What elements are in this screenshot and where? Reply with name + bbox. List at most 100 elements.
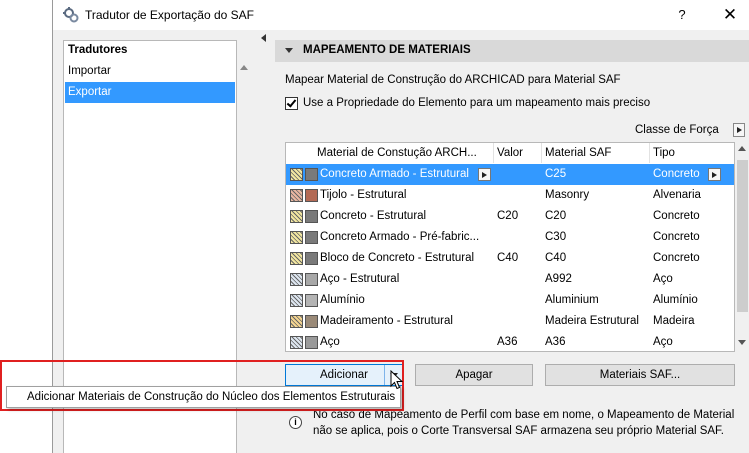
cell-value xyxy=(497,311,541,332)
table-row[interactable]: Concreto - Estrutural C20 C20 Concreto xyxy=(286,206,734,227)
column-header-value[interactable]: Valor xyxy=(494,143,542,163)
table-scrollbar[interactable] xyxy=(735,142,749,352)
column-header-archicad-material[interactable]: Material de Constução ARCH... xyxy=(314,143,494,163)
material-color-swatch xyxy=(305,315,318,328)
table-row[interactable]: Concreto Armado - Pré-fabric... C30 Concre… xyxy=(286,227,734,248)
material-color-swatch xyxy=(305,336,318,349)
material-color-swatch xyxy=(305,252,318,265)
cell-saf-material: A36 xyxy=(545,336,566,348)
app-icon xyxy=(63,7,79,23)
force-class-label: Classe de Força xyxy=(635,124,719,136)
cell-saf-material: C25 xyxy=(545,168,567,180)
add-dropdown-menu: Adicionar Materiais de Construção do Núc… xyxy=(6,386,401,408)
material-pattern-swatch xyxy=(290,315,303,328)
expand-triangle-icon xyxy=(285,48,293,53)
cell-type: Alumínio xyxy=(653,294,698,306)
cell-value xyxy=(497,290,541,311)
column-header-saf-material[interactable]: Material SAF xyxy=(542,143,650,163)
cell-saf-material: A992 xyxy=(545,273,572,285)
cell-value xyxy=(497,269,541,290)
cell-type: Concreto xyxy=(653,252,700,264)
window-title: Tradutor de Exportação do SAF xyxy=(85,8,254,22)
type-picker-button[interactable] xyxy=(708,168,721,181)
cell-value xyxy=(497,227,541,248)
material-pattern-swatch xyxy=(290,168,303,181)
translator-item-export[interactable]: Exportar xyxy=(65,82,235,103)
cell-saf-material: C30 xyxy=(545,231,567,243)
checkmark-icon xyxy=(286,97,297,108)
cell-type: Concreto xyxy=(653,210,700,222)
column-header-type[interactable]: Tipo xyxy=(650,143,710,163)
clear-button[interactable]: Apagar xyxy=(415,364,533,386)
material-pattern-swatch xyxy=(290,210,303,223)
cell-value: C40 xyxy=(497,252,519,264)
table-row[interactable]: Alumínio Aluminium Alumínio xyxy=(286,290,734,311)
saf-materials-button[interactable]: Materiais SAF... xyxy=(545,364,735,386)
table-row[interactable]: Aço A36 A36 Aço xyxy=(286,332,734,351)
cell-value xyxy=(497,185,541,206)
use-element-property-checkbox[interactable] xyxy=(285,97,298,110)
cell-archicad-material: Bloco de Concreto - Estrutural xyxy=(320,252,475,264)
material-mapping-table: Material de Constução ARCH... Valor Mate… xyxy=(285,142,735,352)
cell-archicad-material: Aço xyxy=(320,336,340,348)
material-mapping-section-header[interactable]: MAPEAMENTO DE MATERIAIS xyxy=(275,40,749,62)
cell-saf-material: C40 xyxy=(545,252,567,264)
menu-item-add-core-materials[interactable]: Adicionar Materiais de Construção do Núc… xyxy=(27,391,395,403)
translator-item-import[interactable]: Importar xyxy=(65,61,235,82)
title-bar: Tradutor de Exportação do SAF ? ✕ xyxy=(53,0,749,30)
cell-archicad-material: Aço - Estrutural xyxy=(320,273,400,285)
info-icon: i xyxy=(289,416,302,429)
material-pattern-swatch xyxy=(290,273,303,286)
table-row[interactable]: Bloco de Concreto - Estrutural C40 C40 Conc… xyxy=(286,248,734,269)
cell-value xyxy=(497,164,541,185)
scroll-up-icon[interactable] xyxy=(738,146,746,151)
scroll-up-icon[interactable] xyxy=(240,65,248,70)
arrow-right-icon xyxy=(712,172,717,178)
material-color-swatch xyxy=(305,231,318,244)
cell-archicad-material: Concreto Armado - Estrutural xyxy=(320,168,469,180)
use-element-property-label: Use a Propriedade do Elemento para um ma… xyxy=(303,97,651,109)
material-color-swatch xyxy=(305,168,318,181)
material-pattern-swatch xyxy=(290,252,303,265)
cell-value: A36 xyxy=(497,336,518,348)
table-row[interactable]: Madeiramento - Estrutural Madeira Estrutu… xyxy=(286,311,734,332)
cell-type: Concreto xyxy=(653,231,700,243)
collapse-left-icon[interactable] xyxy=(261,34,266,42)
material-pattern-swatch xyxy=(290,231,303,244)
material-color-swatch xyxy=(305,189,318,202)
table-row[interactable]: Tijolo - Estrutural Masonry Alvenaria xyxy=(286,185,734,206)
cell-saf-material: Madeira Estrutural xyxy=(545,315,639,327)
cell-type: Concreto xyxy=(653,168,700,180)
scroll-down-icon[interactable] xyxy=(738,340,746,345)
cell-saf-material: C20 xyxy=(545,210,567,222)
arrow-right-icon xyxy=(737,127,742,133)
material-color-swatch xyxy=(305,210,318,223)
cell-type: Aço xyxy=(653,336,673,348)
material-color-swatch xyxy=(305,273,318,286)
cell-saf-material: Masonry xyxy=(545,189,590,201)
table-row[interactable]: Concreto Armado - Estrutural C25 Concreto xyxy=(286,164,734,185)
cell-saf-material: Aluminium xyxy=(545,294,599,306)
cell-archicad-material: Madeiramento - Estrutural xyxy=(320,315,453,327)
cell-archicad-material: Concreto - Estrutural xyxy=(320,210,427,222)
archicad-material-picker-button[interactable] xyxy=(478,168,491,181)
cell-archicad-material: Alumínio xyxy=(320,294,365,306)
cell-archicad-material: Concreto Armado - Pré-fabric... xyxy=(320,231,480,243)
cell-type: Madeira xyxy=(653,315,695,327)
material-pattern-swatch xyxy=(290,336,303,349)
section-title: MAPEAMENTO DE MATERIAIS xyxy=(303,44,471,56)
help-button[interactable]: ? xyxy=(667,0,697,30)
force-class-button[interactable] xyxy=(733,123,745,137)
close-button[interactable]: ✕ xyxy=(713,0,747,30)
table-row[interactable]: Aço - Estrutural A992 Aço xyxy=(286,269,734,290)
material-pattern-swatch xyxy=(290,189,303,202)
cell-value: C20 xyxy=(497,210,519,222)
scrollbar-thumb[interactable] xyxy=(737,160,748,312)
cell-type: Alvenaria xyxy=(653,189,701,201)
cell-type: Aço xyxy=(653,273,673,285)
material-pattern-swatch xyxy=(290,294,303,307)
material-color-swatch xyxy=(305,294,318,307)
mouse-cursor-icon xyxy=(390,370,404,390)
cell-archicad-material: Tijolo - Estrutural xyxy=(320,189,407,201)
mapping-description: Mapear Material de Construção do ARCHICA… xyxy=(285,74,621,86)
